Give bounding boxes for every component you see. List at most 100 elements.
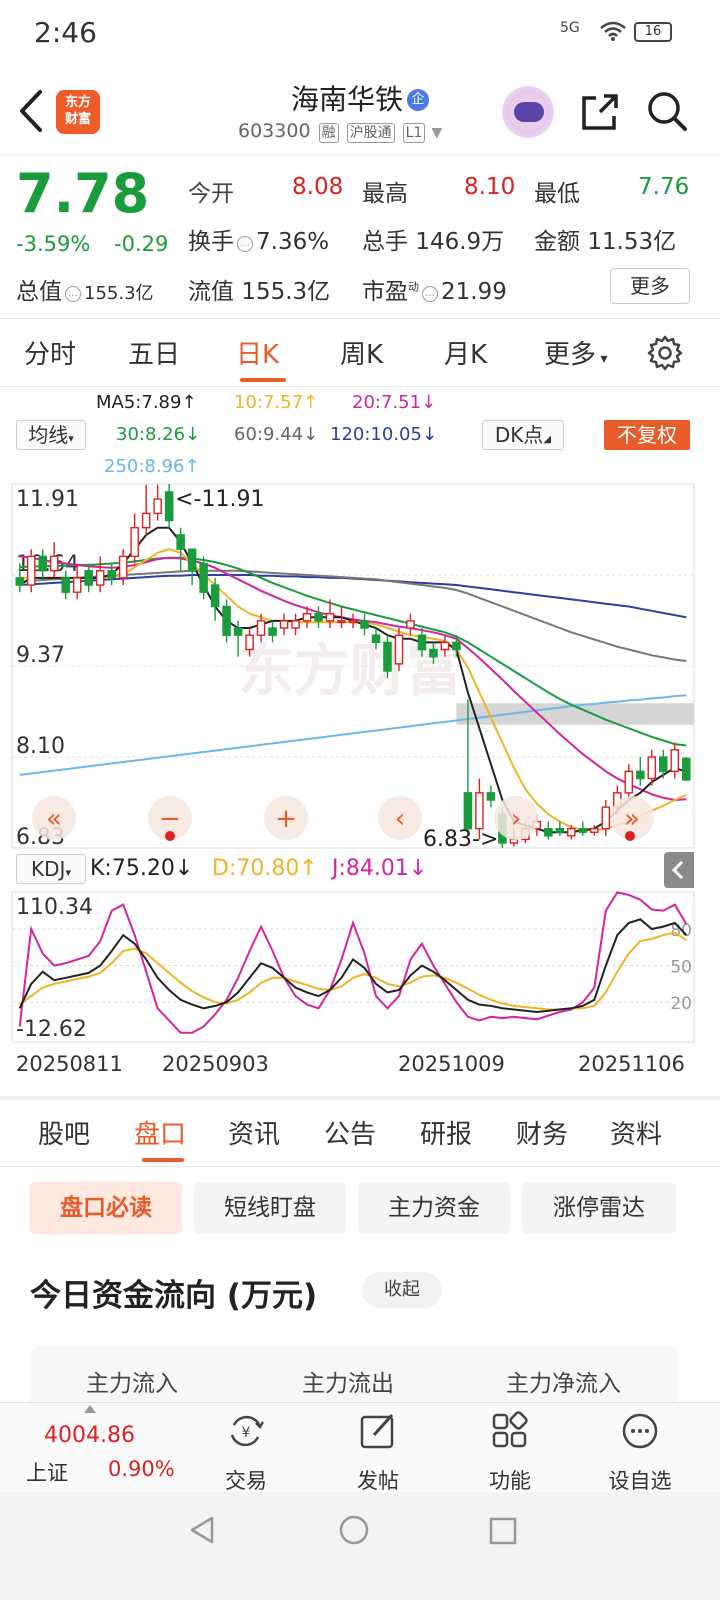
svg-text:¥: ¥	[242, 1425, 251, 1441]
dk-point-button[interactable]: DK点◢	[482, 420, 564, 450]
tab-weekly-k[interactable]: 周K	[340, 334, 383, 371]
active-tab-underline	[240, 378, 286, 382]
indicator-selector-label: KDJ	[31, 857, 66, 881]
candle-body	[61, 577, 70, 593]
post-button[interactable]: 发帖	[338, 1411, 418, 1495]
candle-body	[659, 756, 668, 773]
trade-button[interactable]: ¥ 交易	[206, 1411, 286, 1495]
candlestick-chart[interactable]: 11.9110.649.378.106.83东方财富<-11.916.83->«…	[0, 480, 720, 850]
back-arrow-icon[interactable]	[16, 88, 46, 134]
candle-body	[429, 648, 438, 658]
candle-body	[245, 634, 254, 651]
eastmoney-logo[interactable]: 东方 财富	[56, 90, 100, 134]
tab-more-label: 更多	[544, 340, 597, 370]
tab-daily-k[interactable]: 日K	[236, 334, 279, 371]
index-percent: 0.90%	[108, 1457, 175, 1481]
candle-body	[371, 634, 381, 644]
info-icon[interactable]: …	[65, 286, 81, 302]
open-item: 今开	[188, 174, 234, 208]
min-price-label: 6.83->	[423, 827, 498, 850]
chip-short-watch[interactable]: 短线盯盘	[194, 1182, 346, 1234]
candle-body	[130, 527, 139, 558]
kdj-d-label: D:70.80↑	[212, 856, 318, 881]
tab-five-day[interactable]: 五日	[128, 334, 180, 371]
candle-body	[279, 620, 289, 629]
float-cap-item: 流值 155.3亿	[188, 272, 330, 306]
kdj-j-label: J:84.01↓	[332, 856, 428, 881]
chip-main-funds[interactable]: 主力资金	[358, 1182, 510, 1234]
share-icon[interactable]	[580, 92, 620, 132]
tab-intraday[interactable]: 分时	[24, 334, 76, 371]
nav-home-icon[interactable]	[338, 1514, 370, 1546]
candle-body	[624, 770, 634, 794]
candle-body	[153, 498, 162, 515]
kdj-k-label: K:75.20↓	[90, 856, 194, 881]
collapse-button[interactable]: 收起	[362, 1272, 442, 1308]
nav-back-icon[interactable]	[186, 1514, 218, 1546]
candle-body	[440, 641, 450, 651]
tab-research[interactable]: 研报	[420, 1114, 472, 1151]
kdj-chart[interactable]: 805020110.34-12.62	[0, 890, 720, 1050]
watermark: 东方财富	[238, 639, 462, 704]
y-tick-label: 11.91	[16, 487, 79, 512]
tab-monthly-k[interactable]: 月K	[444, 334, 487, 371]
candle-body	[199, 562, 208, 593]
more-circle-icon	[622, 1413, 658, 1449]
info-icon[interactable]: …	[422, 286, 438, 302]
tab-announcements[interactable]: 公告	[324, 1114, 376, 1151]
indicator-selector[interactable]: KDJ▾	[16, 854, 86, 884]
candle-body	[681, 757, 691, 781]
candle-body	[314, 612, 323, 622]
tab-news[interactable]: 资讯	[228, 1114, 280, 1151]
candle-body	[406, 620, 415, 629]
candle-body	[670, 749, 680, 773]
add-watchlist-button[interactable]: 设自选	[600, 1411, 680, 1495]
chip-limit-up-radar[interactable]: 涨停雷达	[522, 1182, 676, 1234]
pe-item: 市盈动… 21.99	[362, 272, 507, 306]
info-icon[interactable]: …	[237, 236, 253, 252]
chart-nav-button[interactable]: ‹	[378, 796, 422, 840]
wifi-icon	[600, 21, 626, 41]
candle-body	[486, 792, 496, 801]
kdj-level-label: 50	[670, 958, 692, 978]
more-quote-button[interactable]: 更多	[610, 268, 690, 304]
tab-pankou[interactable]: 盘口	[134, 1114, 186, 1151]
ai-assistant-icon[interactable]	[502, 86, 554, 138]
open-label: 今开	[188, 181, 234, 207]
y-tick-label: 9.37	[16, 643, 65, 668]
fund-flow-title: 今日资金流向 (万元)	[30, 1278, 318, 1314]
chart-nav-button[interactable]: ›	[494, 796, 538, 840]
candle-body	[337, 620, 346, 624]
tab-finance[interactable]: 财务	[516, 1114, 568, 1151]
candle-body	[383, 641, 392, 672]
candle-body	[95, 570, 105, 586]
candle-body	[164, 491, 174, 522]
nav-recents-icon[interactable]	[488, 1516, 518, 1546]
tab-guba[interactable]: 股吧	[38, 1114, 90, 1151]
chip-must-read[interactable]: 盘口必读	[30, 1182, 182, 1234]
candle-body	[417, 634, 427, 651]
adjust-type-button[interactable]: 不复权	[604, 420, 690, 450]
market-cap-item: 总值… 155.3亿	[16, 272, 154, 306]
tab-profile[interactable]: 资料	[610, 1114, 662, 1151]
tab-more[interactable]: 更多 ▾	[544, 334, 608, 371]
hk-connect-tag: 沪股通	[346, 123, 395, 143]
chart-nav-button[interactable]: «	[32, 796, 76, 840]
ma-selector[interactable]: 均线▾	[16, 420, 86, 450]
chart-nav-button[interactable]: +	[264, 796, 308, 840]
dropdown-triangle-icon[interactable]: ▼	[431, 125, 442, 141]
chart-nav-button-label: ›	[511, 804, 521, 834]
stock-code-line: 603300 融 沪股通 L1 ▼	[238, 120, 442, 143]
candle-body	[118, 555, 128, 579]
gear-icon[interactable]	[646, 334, 684, 372]
post-icon	[360, 1413, 394, 1449]
ma30-label: 30:8.26↓	[116, 424, 201, 445]
ma250-label: 250:8.96↑	[104, 456, 200, 477]
caret-up-icon	[84, 1405, 96, 1413]
change-amount: -0.29	[114, 232, 169, 256]
collapse-indicator-button[interactable]	[664, 852, 694, 888]
low-label: 最低	[534, 181, 580, 207]
search-icon[interactable]	[646, 90, 688, 132]
functions-button[interactable]: 功能	[470, 1411, 550, 1495]
candle-body	[176, 534, 185, 550]
